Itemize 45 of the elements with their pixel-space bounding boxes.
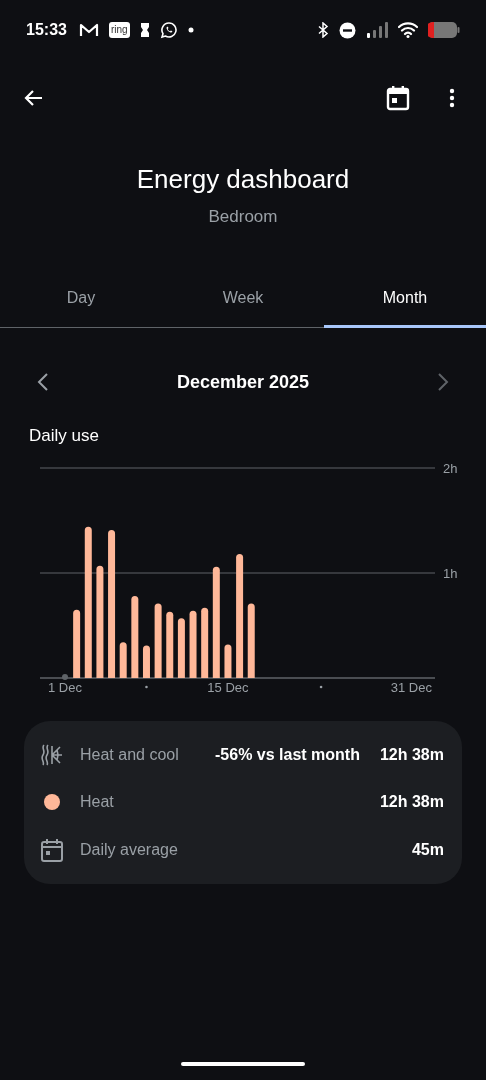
chart-bar: [189, 610, 197, 678]
room-name: Bedroom: [208, 207, 278, 227]
status-time: 15:33: [26, 21, 67, 39]
summary-value: 45m: [411, 840, 444, 859]
summary-value: 12h 38m: [379, 745, 444, 764]
period-tab[interactable]: Week: [162, 282, 324, 328]
chart-bar: [177, 618, 185, 678]
y-tick-label: 2h: [443, 461, 458, 476]
battery-icon: [428, 21, 460, 39]
comparison-text: -56% vs last month: [215, 745, 360, 764]
x-tick-label: 15 Dec: [207, 680, 249, 695]
next-icon[interactable]: [436, 372, 450, 392]
chart-bar: [143, 645, 150, 678]
heat-cool-icon: [40, 743, 64, 766]
chart-bar: [224, 644, 232, 678]
chat-icon: [159, 21, 178, 39]
chart-title: Daily use: [28, 425, 100, 446]
summary-value: 12h 38m: [379, 793, 444, 812]
period-tab[interactable]: Month: [324, 282, 486, 328]
x-tick-label: 31 Dec: [390, 680, 432, 695]
dot-icon: [187, 27, 194, 33]
summary-label: Daily average: [80, 840, 178, 859]
wifi-icon: [398, 22, 418, 38]
period-tab[interactable]: Day: [0, 282, 162, 328]
calendar-icon[interactable]: [386, 85, 410, 111]
signal-icon: [366, 22, 388, 38]
page-title: Energy dashboard: [136, 164, 350, 195]
calendar-icon: [40, 837, 64, 862]
tick-dot: [319, 685, 323, 689]
previous-icon[interactable]: [36, 372, 50, 392]
bluetooth-icon: [317, 22, 329, 38]
period-label: December 2025: [176, 371, 310, 393]
do-not-disturb-icon: [339, 21, 356, 39]
chart-bar: [119, 642, 127, 678]
chart-bar: [73, 609, 81, 678]
tick-dot: [145, 685, 148, 689]
y-tick-label: 1h: [443, 566, 458, 581]
chart-bar: [62, 674, 68, 680]
x-tick-label: 1 Dec: [48, 680, 82, 695]
chart-bar: [201, 607, 209, 678]
summary-label: Heat and cool: [80, 745, 179, 764]
mail-icon: [78, 23, 99, 37]
chart-bar: [166, 611, 174, 678]
summary-label: Heat: [80, 793, 114, 812]
app-logo: ring: [108, 22, 130, 38]
